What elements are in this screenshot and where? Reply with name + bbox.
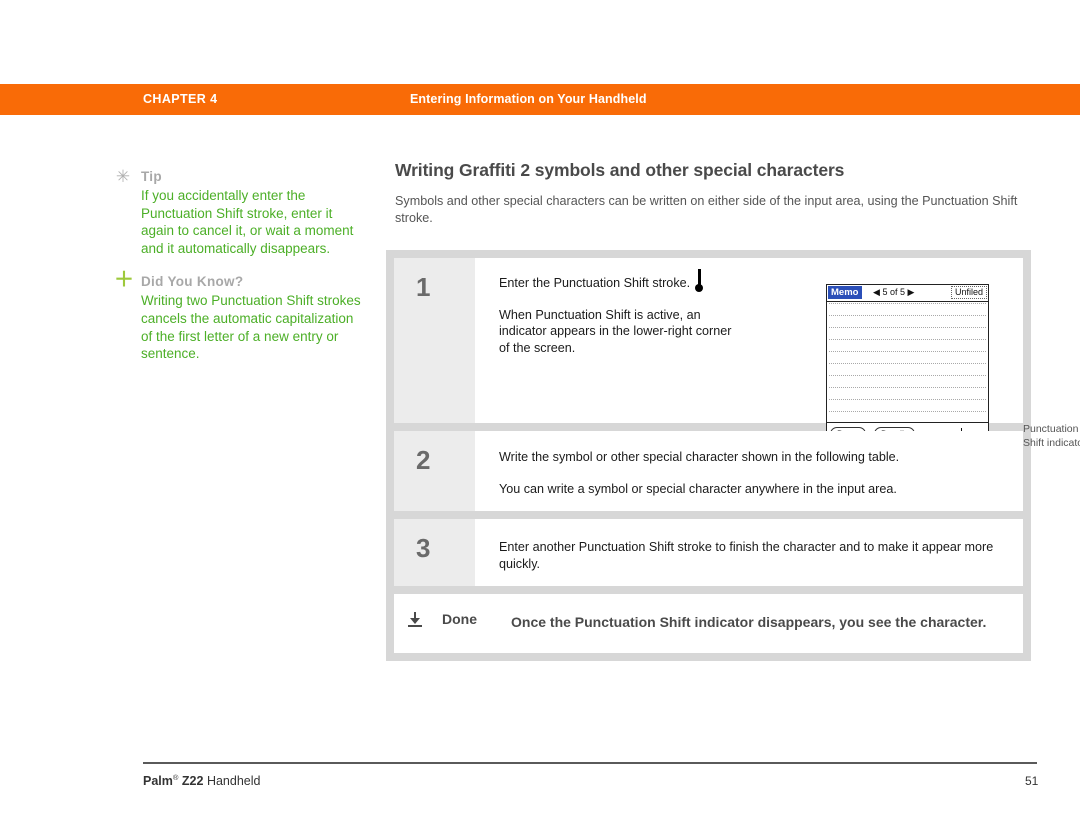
down-arrow-to-line-icon (408, 612, 422, 628)
footer-divider (143, 762, 1037, 764)
record-counter: 5 of 5 (882, 287, 905, 297)
step-number: 1 (416, 272, 431, 302)
step-paragraph: Enter another Punctuation Shift stroke t… (499, 540, 994, 571)
chapter-header-bar: CHAPTER 4 Entering Information on Your H… (0, 84, 1080, 115)
device-record-nav[interactable]: ◀ 5 of 5 ▶ (873, 286, 914, 298)
footer-brand: Palm (143, 774, 173, 789)
tip-title: Did You Know? (141, 274, 244, 290)
tips-sidebar: ✳ Tip If you accidentally enter the Punc… (114, 168, 364, 379)
step-paragraph: When Punctuation Shift is active, an ind… (499, 307, 732, 355)
done-row: Done Once the Punctuation Shift indicato… (394, 594, 1023, 653)
step-number: 3 (416, 533, 431, 563)
tip-body: Did You Know? Writing two Punctuation Sh… (141, 273, 364, 362)
step-number-cell: 2 (394, 431, 475, 511)
step-paragraph: You can write a symbol or special charac… (499, 481, 897, 496)
step-paragraph: Write the symbol or other special charac… (499, 450, 900, 464)
step-content: Write the symbol or other special charac… (475, 431, 1023, 511)
prev-record-icon[interactable]: ◀ (873, 287, 880, 297)
step-text-group: Enter the Punctuation Shift stroke. When… (499, 269, 734, 356)
callout-label-line1: Punctuation (1023, 423, 1079, 435)
step-row: 3 Enter another Punctuation Shift stroke… (394, 519, 1023, 586)
tip-body: Tip If you accidentally enter the Punctu… (141, 168, 364, 257)
asterisk-icon: ✳ (115, 167, 131, 186)
plus-icon: ＋ (114, 269, 134, 292)
device-memo-lines (827, 302, 988, 412)
chapter-label: CHAPTER 4 (143, 92, 218, 106)
tip-text: If you accidentally enter the Punctuatio… (141, 188, 354, 256)
registered-mark-icon: ® (172, 773, 179, 782)
done-icon-cell (408, 610, 434, 635)
callout-label: Punctuation Shift indicator (1023, 422, 1080, 450)
step-paragraph-text: Enter the Punctuation Shift stroke. (499, 276, 691, 290)
next-record-icon[interactable]: ▶ (907, 287, 914, 297)
footer-type: Handheld (206, 774, 261, 789)
tip-title: Tip (141, 169, 162, 184)
step-paragraph: Enter the Punctuation Shift stroke. (499, 269, 734, 292)
step-row: 1 Enter the Punctuation Shift stroke. Wh… (394, 258, 1080, 449)
device-category-selector[interactable]: Unfiled (950, 286, 987, 299)
section-label: Entering Information on Your Handheld (410, 92, 647, 106)
step-number-cell: 1 (394, 258, 475, 423)
punctuation-shift-stroke-icon (694, 269, 704, 292)
device-titlebar: Memo ◀ 5 of 5 ▶ Unfiled (827, 285, 988, 302)
step-number: 2 (416, 445, 431, 475)
device-app-name: Memo (828, 286, 863, 299)
page-number: 51 (1025, 774, 1039, 788)
tip-text: Writing two Punctuation Shift strokes ca… (141, 293, 361, 362)
done-label: Done (442, 611, 477, 627)
footer-product: Palm® Z22 Handheld (143, 773, 260, 788)
device-screen: Memo ◀ 5 of 5 ▶ Unfiled Done Details (826, 284, 989, 446)
footer-model: Z22 (181, 774, 204, 789)
step-row: 2 Write the symbol or other special char… (394, 431, 1023, 511)
page-intro: Symbols and other special characters can… (395, 194, 1018, 225)
done-text: Once the Punctuation Shift indicator dis… (511, 614, 987, 630)
tip-block-did-you-know: ＋ Did You Know? Writing two Punctuation … (114, 269, 364, 362)
step-content: Enter another Punctuation Shift stroke t… (475, 519, 1023, 586)
step-content: Enter the Punctuation Shift stroke. When… (475, 258, 1080, 449)
steps-panel: 1 Enter the Punctuation Shift stroke. Wh… (386, 250, 1080, 661)
tip-block-tip: ✳ Tip If you accidentally enter the Punc… (114, 168, 364, 257)
main-content: Writing Graffiti 2 symbols and other spe… (386, 160, 1080, 661)
callout-label-line2: Shift indicator (1023, 437, 1080, 449)
step-number-cell: 3 (394, 519, 475, 586)
page-title: Writing Graffiti 2 symbols and other spe… (395, 160, 845, 180)
